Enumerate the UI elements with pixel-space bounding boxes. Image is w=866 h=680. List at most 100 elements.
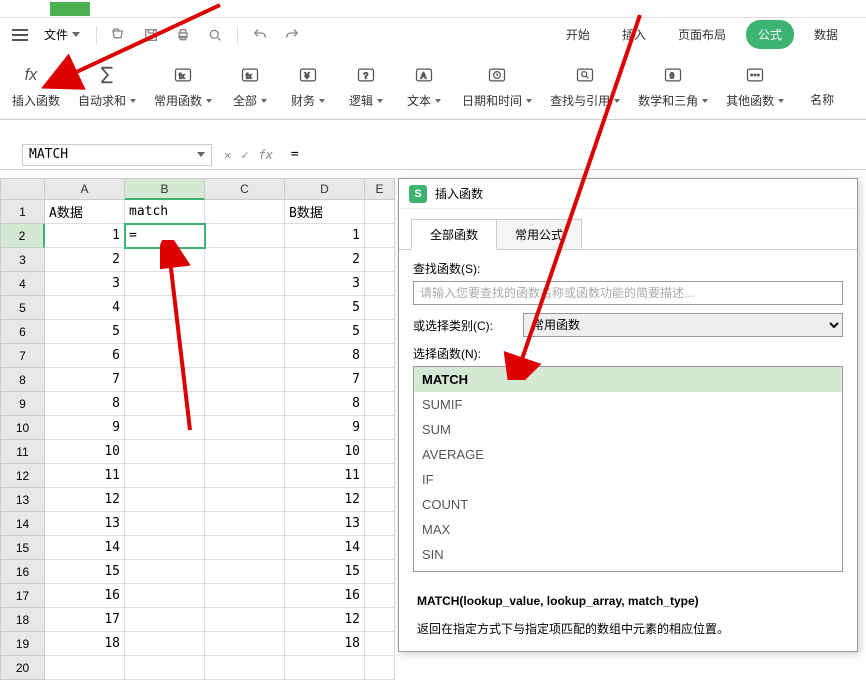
tab-start[interactable]: 开始 xyxy=(554,20,602,49)
chevron-down-icon[interactable] xyxy=(197,152,205,157)
cell[interactable]: 3 xyxy=(45,272,125,296)
cell[interactable] xyxy=(125,632,205,656)
cell[interactable] xyxy=(205,440,285,464)
cell[interactable]: match xyxy=(125,200,205,224)
cell[interactable]: A数据 xyxy=(45,200,125,224)
name-box-input[interactable] xyxy=(29,147,197,162)
print-icon[interactable] xyxy=(169,23,197,47)
category-select[interactable]: 常用函数 xyxy=(523,313,843,337)
cell[interactable]: 8 xyxy=(285,392,365,416)
undo-icon[interactable] xyxy=(246,23,274,47)
row-header[interactable]: 4 xyxy=(0,272,45,296)
row-header[interactable]: 6 xyxy=(0,320,45,344)
cell[interactable]: 6 xyxy=(45,344,125,368)
row-header[interactable]: 17 xyxy=(0,584,45,608)
tab-all-functions[interactable]: 全部函数 xyxy=(411,219,497,250)
cell[interactable]: 9 xyxy=(285,416,365,440)
redo-icon[interactable] xyxy=(278,23,306,47)
cell[interactable] xyxy=(125,536,205,560)
column-header[interactable]: B xyxy=(125,178,205,200)
lookup-button[interactable]: 查找与引用 xyxy=(546,60,624,111)
row-header[interactable]: 14 xyxy=(0,512,45,536)
fx-icon[interactable]: fx xyxy=(258,148,272,162)
cell[interactable] xyxy=(125,416,205,440)
cell[interactable] xyxy=(205,608,285,632)
preview-icon[interactable] xyxy=(201,23,229,47)
cell[interactable] xyxy=(125,248,205,272)
cell[interactable] xyxy=(205,488,285,512)
file-menu[interactable]: 文件 xyxy=(36,22,88,47)
datetime-button[interactable]: 日期和时间 xyxy=(458,60,536,111)
cell[interactable] xyxy=(365,368,395,392)
cell[interactable]: 1 xyxy=(45,224,125,248)
cell[interactable]: 5 xyxy=(285,296,365,320)
row-header[interactable]: 20 xyxy=(0,656,45,680)
tab-layout[interactable]: 页面布局 xyxy=(666,20,738,49)
row-header[interactable]: 18 xyxy=(0,608,45,632)
cell[interactable] xyxy=(365,656,395,680)
tab-formula[interactable]: 公式 xyxy=(746,20,794,49)
cell[interactable]: 13 xyxy=(45,512,125,536)
other-button[interactable]: 其他函数 xyxy=(722,60,788,111)
cell[interactable] xyxy=(205,632,285,656)
logic-button[interactable]: ? 逻辑 xyxy=(342,60,390,111)
tab-data[interactable]: 数据 xyxy=(802,20,850,49)
cell[interactable] xyxy=(125,344,205,368)
cell[interactable]: 8 xyxy=(45,392,125,416)
cell[interactable]: 12 xyxy=(285,488,365,512)
cell[interactable]: 2 xyxy=(45,248,125,272)
cell[interactable]: 5 xyxy=(285,320,365,344)
cell[interactable] xyxy=(365,248,395,272)
function-item[interactable]: MATCH xyxy=(414,367,842,392)
search-input[interactable] xyxy=(413,281,843,305)
cell[interactable]: 10 xyxy=(285,440,365,464)
dialog-titlebar[interactable]: S 插入函数 xyxy=(399,179,857,209)
function-list[interactable]: MATCHSUMIFSUMAVERAGEIFCOUNTMAXSIN xyxy=(413,366,843,572)
row-header[interactable]: 1 xyxy=(0,200,45,224)
cell[interactable]: 1 xyxy=(285,224,365,248)
hamburger-icon[interactable] xyxy=(8,23,32,47)
cell[interactable] xyxy=(205,368,285,392)
autosum-button[interactable]: 自动求和 xyxy=(74,60,140,111)
tab-insert[interactable]: 插入 xyxy=(610,20,658,49)
cell[interactable]: 7 xyxy=(45,368,125,392)
cell[interactable]: 12 xyxy=(45,488,125,512)
cell[interactable] xyxy=(365,512,395,536)
accept-icon[interactable]: ✓ xyxy=(241,148,248,162)
cell[interactable]: 16 xyxy=(285,584,365,608)
row-header[interactable]: 12 xyxy=(0,464,45,488)
row-header[interactable]: 2 xyxy=(0,224,45,248)
name-button[interactable]: 名称 xyxy=(798,61,846,110)
cell[interactable] xyxy=(205,656,285,680)
cell[interactable] xyxy=(365,632,395,656)
cell[interactable] xyxy=(205,464,285,488)
cell[interactable] xyxy=(125,560,205,584)
math-button[interactable]: θ 数学和三角 xyxy=(634,60,712,111)
cell[interactable] xyxy=(365,536,395,560)
cell[interactable] xyxy=(205,536,285,560)
cell[interactable] xyxy=(285,656,365,680)
function-item[interactable]: COUNT xyxy=(414,492,842,517)
cell[interactable]: 16 xyxy=(45,584,125,608)
cell[interactable] xyxy=(365,608,395,632)
column-header[interactable]: D xyxy=(285,178,365,200)
cell[interactable] xyxy=(205,584,285,608)
spreadsheet-grid[interactable]: ABCDE 1A数据matchB数据21=1322433545655768877… xyxy=(0,178,395,678)
cell[interactable] xyxy=(125,368,205,392)
cell[interactable] xyxy=(125,392,205,416)
cell[interactable]: 9 xyxy=(45,416,125,440)
cell[interactable] xyxy=(365,344,395,368)
cell[interactable] xyxy=(205,392,285,416)
row-header[interactable]: 13 xyxy=(0,488,45,512)
cell[interactable] xyxy=(125,512,205,536)
cell[interactable] xyxy=(125,320,205,344)
cell[interactable]: 11 xyxy=(285,464,365,488)
cell[interactable]: 8 xyxy=(285,344,365,368)
cell[interactable] xyxy=(205,224,285,248)
column-header[interactable]: A xyxy=(45,178,125,200)
cell[interactable]: 14 xyxy=(45,536,125,560)
cell[interactable]: 4 xyxy=(45,296,125,320)
cell[interactable]: 3 xyxy=(285,272,365,296)
cell[interactable] xyxy=(125,272,205,296)
cell[interactable]: 18 xyxy=(285,632,365,656)
